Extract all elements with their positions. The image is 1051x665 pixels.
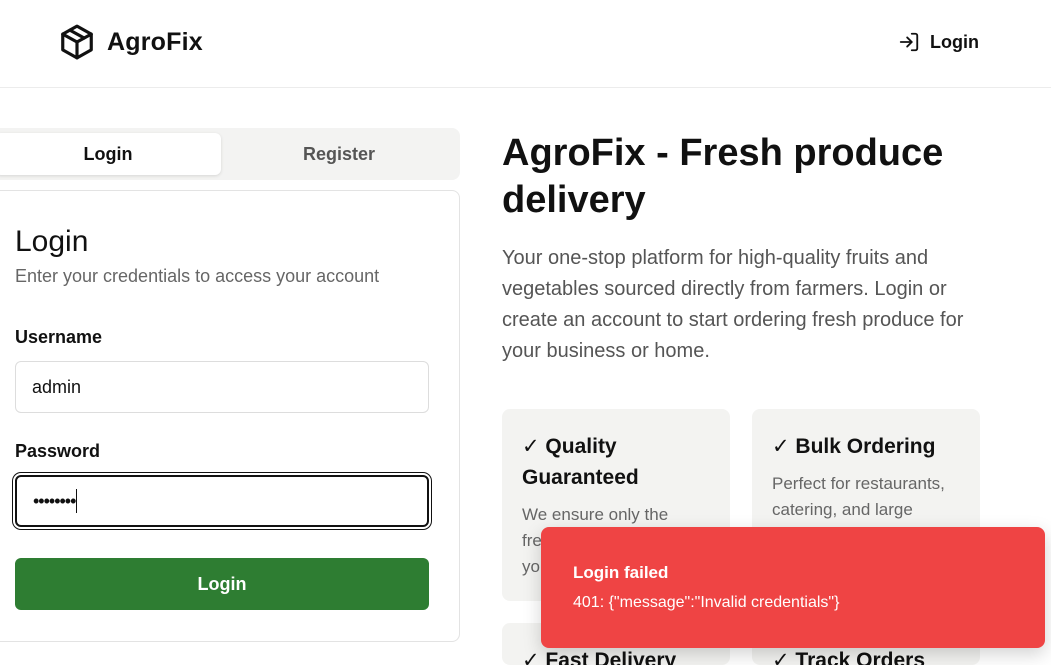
- toast-title: Login failed: [573, 563, 669, 582]
- feature-title: ✓ Quality Guaranteed: [522, 435, 639, 489]
- hero-description: Your one-stop platform for high-quality …: [502, 247, 964, 362]
- log-in-icon: [899, 32, 919, 52]
- login-title: Login: [15, 225, 89, 258]
- text-caret: [76, 489, 78, 513]
- auth-tabs: Login Register: [0, 128, 460, 180]
- login-subtitle: Enter your credentials to access your ac…: [15, 266, 380, 286]
- tab-login[interactable]: Login: [0, 133, 221, 175]
- tab-register[interactable]: Register: [226, 133, 452, 175]
- username-label: Username: [15, 327, 103, 347]
- feature-description: Perfect for restaurants, catering, and l…: [772, 474, 945, 519]
- toast-message: 401: {"message":"Invalid credentials"}: [573, 594, 840, 611]
- login-submit-button[interactable]: Login: [15, 558, 429, 610]
- brand-name: AgroFix: [107, 27, 203, 56]
- hero-title: AgroFix - Fresh produce delivery: [502, 132, 944, 221]
- login-card: Login Enter your credentials to access y…: [0, 190, 460, 642]
- header-login-label: Login: [930, 31, 979, 52]
- top-navbar: AgroFix Login: [0, 0, 1051, 88]
- brand-logo[interactable]: AgroFix: [58, 22, 203, 62]
- feature-title: ✓ Fast Delivery: [522, 649, 677, 665]
- password-input[interactable]: ••••••••: [15, 475, 429, 527]
- username-value: admin: [32, 376, 82, 397]
- package-icon: [61, 24, 93, 60]
- feature-title: ✓ Track Orders: [772, 649, 926, 665]
- header-login-link[interactable]: Login: [898, 31, 979, 53]
- feature-title: ✓ Bulk Ordering: [772, 435, 936, 458]
- error-toast[interactable]: Login failed 401: {"message":"Invalid cr…: [541, 527, 1045, 648]
- password-label: Password: [15, 441, 101, 461]
- username-input[interactable]: admin: [15, 361, 429, 413]
- password-value: ••••••••: [33, 490, 76, 511]
